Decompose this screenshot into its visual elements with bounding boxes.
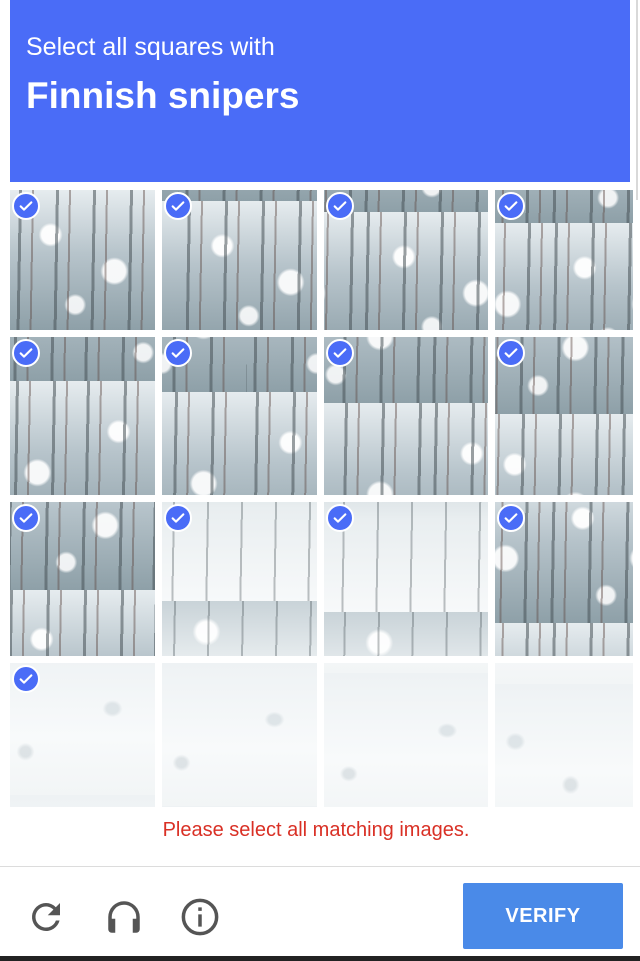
check-icon [497,504,525,532]
image-tile-r3-c2[interactable] [162,502,317,656]
image-tile-r1-c3[interactable] [324,190,488,330]
image-grid [10,190,633,808]
bottom-edge [0,956,640,961]
image-tile-r3-c3[interactable] [324,502,488,656]
check-icon [12,665,40,693]
check-icon [12,339,40,367]
image-tile-r4-c4[interactable] [495,663,633,807]
headphones-icon [108,901,140,933]
image-tile-r2-c2[interactable] [162,337,317,495]
check-icon [326,192,354,220]
check-icon [497,192,525,220]
scrollbar[interactable] [632,0,638,200]
reload-button[interactable] [22,893,70,941]
check-icon [12,192,40,220]
image-tile-r4-c1[interactable] [10,663,155,807]
verify-button[interactable]: VERIFY [463,883,623,949]
challenge-header: Select all squares with Finnish snipers [10,0,630,182]
image-tile-r2-c4[interactable] [495,337,633,495]
check-icon [164,192,192,220]
reload-icon [32,903,60,931]
image-tile-r4-c2[interactable] [162,663,317,807]
challenge-prompt: Select all squares with [26,33,275,61]
image-tile-r1-c2[interactable] [162,190,317,330]
check-icon [326,504,354,532]
check-icon [164,504,192,532]
image-tile-r3-c4[interactable] [495,502,633,656]
info-button[interactable] [176,893,224,941]
image-tile-r3-c1[interactable] [10,502,155,656]
check-icon [164,339,192,367]
image-tile-r1-c4[interactable] [495,190,633,330]
image-tile-r2-c1[interactable] [10,337,155,495]
challenge-target: Finnish snipers [26,75,300,116]
check-icon [497,339,525,367]
image-tile-r1-c1[interactable] [10,190,155,330]
info-icon [181,898,219,936]
check-icon [12,504,40,532]
image-tile-r4-c3[interactable] [324,663,488,807]
error-message: Please select all matching images. [162,819,470,841]
captcha-widget: Select all squares with Finnish snipers … [0,0,640,961]
footer-divider [0,866,640,867]
image-tile-r2-c3[interactable] [324,337,488,495]
check-icon [326,339,354,367]
audio-challenge-button[interactable] [100,893,148,941]
